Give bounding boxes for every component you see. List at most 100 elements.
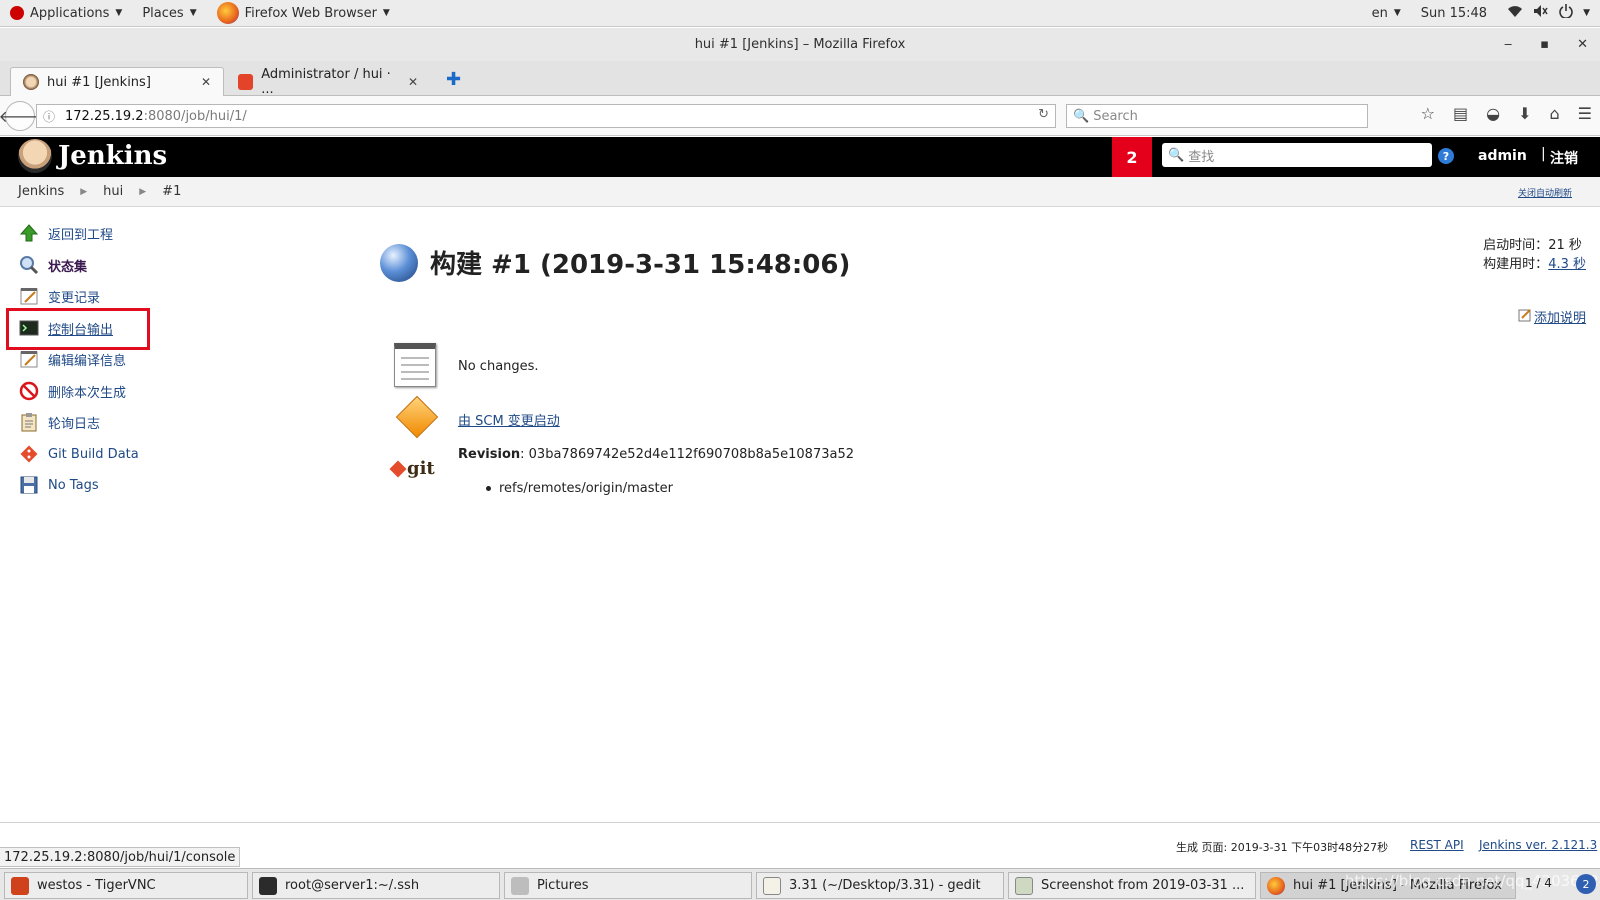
- home-icon[interactable]: ⌂: [1550, 104, 1560, 123]
- notification-badge[interactable]: 2: [1112, 137, 1152, 177]
- taskbar-item-screenshot[interactable]: Screenshot from 2019-03-31 ...: [1008, 872, 1256, 899]
- build-status-ball-icon: [380, 244, 418, 282]
- sidebar-item-delete-build[interactable]: 删除本次生成: [18, 380, 126, 402]
- jenkins-search-input[interactable]: 🔍 查找: [1162, 143, 1432, 167]
- back-button[interactable]: 🡐: [0, 101, 41, 131]
- sidebar-item-label: 返回到工程: [48, 227, 114, 243]
- folder-icon: [511, 876, 529, 895]
- notepad-icon: [18, 285, 40, 307]
- scm-trigger-link[interactable]: 由 SCM 变更启动: [458, 410, 560, 429]
- places-menu[interactable]: Places ▼: [132, 0, 206, 27]
- highlight-annotation-box: [6, 308, 150, 350]
- duration-row: 构建用时：4.3 秒: [1483, 255, 1586, 274]
- pocket-icon[interactable]: ◒: [1486, 104, 1500, 123]
- system-status-menu[interactable]: ▼: [1497, 0, 1600, 27]
- jenkins-header: Jenkins 2 🔍 查找 ? admin | 注销: [0, 137, 1600, 177]
- jenkins-search-placeholder: 查找: [1188, 149, 1215, 165]
- workspace-icon[interactable]: 2: [1576, 874, 1596, 894]
- reload-icon[interactable]: ↻: [1038, 107, 1049, 122]
- sidebar-item-label: 编辑编译信息: [48, 353, 127, 369]
- sidebar-item-changes[interactable]: 变更记录: [18, 285, 100, 307]
- sidebar-item-git-build-data[interactable]: Git Build Data: [18, 443, 139, 465]
- help-icon[interactable]: ?: [1438, 148, 1454, 164]
- rest-api-link[interactable]: REST API: [1410, 838, 1464, 852]
- tab-jenkins-build[interactable]: hui #1 [Jenkins] ✕: [10, 67, 224, 96]
- sidebar-item-back-to-project[interactable]: 返回到工程: [18, 222, 113, 244]
- changes-notepad-icon: [394, 343, 436, 387]
- taskbar-item-tigervnc[interactable]: westos - TigerVNC: [4, 872, 248, 899]
- menu-icon[interactable]: ☰: [1578, 104, 1592, 123]
- sidebar-item-no-tags[interactable]: No Tags: [18, 474, 99, 496]
- vnc-icon: [11, 876, 29, 895]
- redhat-icon: [10, 6, 24, 20]
- clipboard-icon: [18, 411, 40, 433]
- chevron-right-icon[interactable]: ▶: [139, 187, 146, 197]
- revision-label: Revision: [458, 447, 521, 462]
- text-editor-icon: [763, 876, 781, 895]
- browser-app-menu[interactable]: Firefox Web Browser ▼: [207, 0, 400, 27]
- minimize-icon[interactable]: ‒: [1504, 37, 1512, 52]
- language-label: en: [1371, 5, 1388, 21]
- reading-list-icon[interactable]: ▤: [1453, 104, 1468, 123]
- git-icon: [18, 443, 40, 465]
- download-icon[interactable]: ⬇: [1518, 104, 1531, 123]
- url-bar[interactable]: ⓘ 172.25.19.2 :8080/job/hui/1/ ↻: [36, 104, 1056, 128]
- up-arrow-icon: [18, 222, 40, 244]
- search-engine-icon: 🔍: [1073, 108, 1090, 124]
- new-tab-icon[interactable]: ✚: [446, 69, 461, 90]
- duration-label: 构建用时：: [1483, 257, 1549, 272]
- user-link[interactable]: admin: [1478, 148, 1527, 164]
- add-description-link[interactable]: 添加说明: [1518, 307, 1586, 326]
- git-diamond-icon: [389, 460, 407, 477]
- taskbar-item-label: root@server1:~/.ssh: [285, 878, 420, 893]
- sidebar-item-edit-build-info[interactable]: 编辑编译信息: [18, 348, 126, 370]
- chevron-down-icon: ▼: [189, 8, 197, 18]
- close-icon[interactable]: ✕: [408, 75, 418, 89]
- window-title-bar: hui #1 [Jenkins] – Mozilla Firefox: [0, 28, 1600, 61]
- bullet-icon: [486, 486, 491, 491]
- bookmark-star-icon[interactable]: ☆: [1421, 104, 1435, 123]
- taskbar-item-terminal[interactable]: root@server1:~/.ssh: [252, 872, 500, 899]
- volume-icon: [1533, 4, 1549, 22]
- started-label: 启动时间：: [1483, 238, 1549, 253]
- browser-app-label: Firefox Web Browser: [244, 5, 377, 21]
- page-title: 构建 #1 (2019-3-31 15:48:06): [430, 250, 851, 280]
- sidebar-item-status[interactable]: 状态集: [18, 254, 87, 276]
- breadcrumb-jenkins[interactable]: Jenkins: [18, 184, 64, 199]
- taskbar-item-pictures[interactable]: Pictures: [504, 872, 752, 899]
- info-icon[interactable]: ⓘ: [43, 108, 55, 125]
- magnifier-icon: [18, 254, 40, 276]
- git-logo-text: git: [407, 458, 435, 479]
- terminal-icon: [259, 876, 277, 895]
- workspace-pager[interactable]: 1 / 4: [1525, 876, 1552, 890]
- maximize-icon[interactable]: ▪: [1540, 37, 1549, 52]
- screenshot-icon: [1015, 876, 1033, 895]
- logout-link[interactable]: 注销: [1550, 148, 1578, 168]
- taskbar-item-gedit[interactable]: 3.31 (~/Desktop/3.31) - gedit: [756, 872, 1004, 899]
- no-entry-icon: [18, 380, 40, 402]
- firefox-icon: [1267, 876, 1285, 895]
- close-icon[interactable]: ✕: [1577, 37, 1588, 52]
- jenkins-version-link[interactable]: Jenkins ver. 2.121.3: [1479, 838, 1597, 852]
- chevron-right-icon[interactable]: ▶: [80, 187, 87, 197]
- duration-link[interactable]: 4.3 秒: [1548, 257, 1586, 272]
- jenkins-butler-icon: [18, 139, 52, 173]
- breadcrumb-job[interactable]: hui: [103, 184, 123, 199]
- jenkins-logo[interactable]: Jenkins: [18, 139, 167, 173]
- firefox-icon: [216, 2, 239, 24]
- taskbar-item-label: Pictures: [537, 878, 589, 893]
- tab-gitlab[interactable]: Administrator / hui · ... ✕: [226, 67, 430, 97]
- disable-auto-refresh-link[interactable]: 关闭自动刷新: [1518, 186, 1572, 199]
- clock-label: Sun 15:48: [1420, 5, 1488, 21]
- jenkins-brand: Jenkins: [58, 141, 168, 171]
- applications-menu[interactable]: Applications ▼: [0, 0, 132, 27]
- taskbar-item-label: westos - TigerVNC: [37, 878, 156, 893]
- language-menu[interactable]: en ▼: [1362, 0, 1411, 27]
- clock[interactable]: Sun 15:48: [1411, 0, 1497, 27]
- browser-search-input[interactable]: 🔍 Search: [1066, 104, 1368, 128]
- places-label: Places: [142, 5, 184, 21]
- gnome-top-bar: Applications ▼ Places ▼ Firefox Web Brow…: [0, 0, 1600, 27]
- close-icon[interactable]: ✕: [201, 75, 211, 89]
- breadcrumb-build[interactable]: #1: [162, 184, 181, 199]
- sidebar-item-polling-log[interactable]: 轮询日志: [18, 411, 100, 433]
